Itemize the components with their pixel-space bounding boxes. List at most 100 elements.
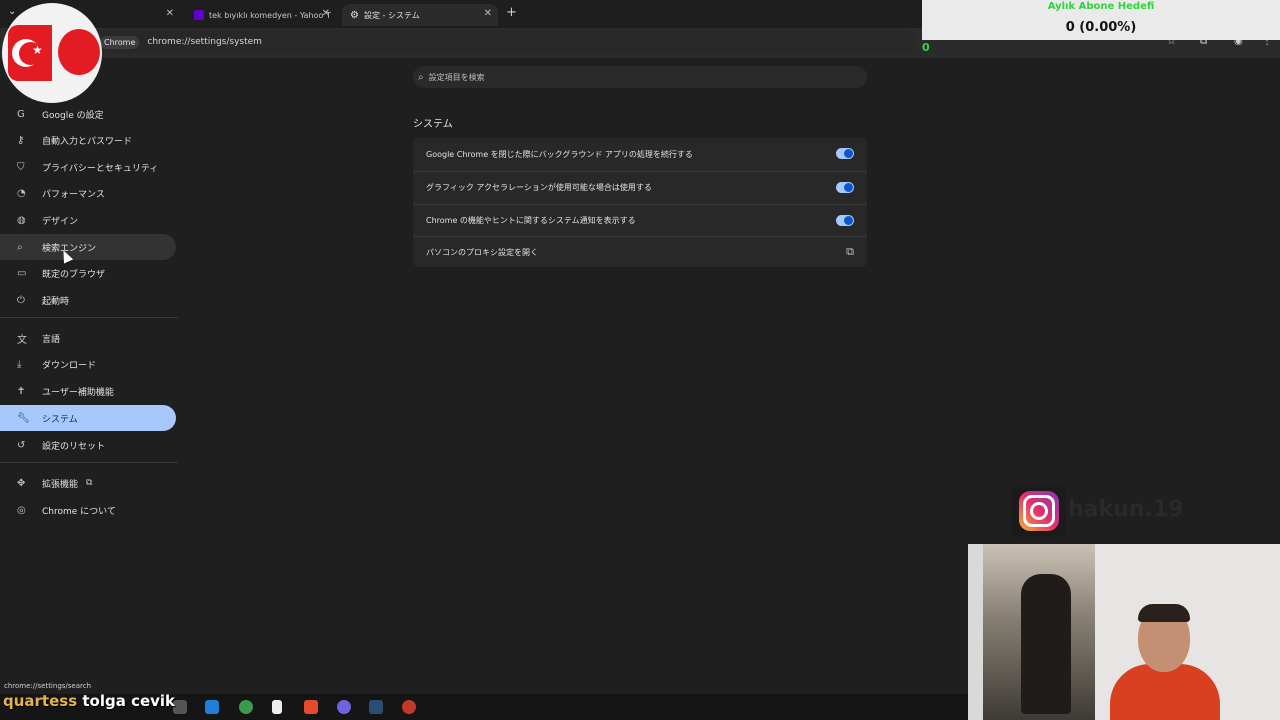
sidebar-item-label: 拡張機能 [42,479,79,490]
brave-taskbar-icon[interactable] [304,700,318,714]
gear-icon: ⚙ [350,9,359,21]
stream-name-2: tolga cevik [82,692,176,710]
instagram-icon [1019,491,1059,531]
puzzle-icon: ✥ [17,477,26,489]
search-icon: ⌕ [418,71,424,83]
close-icon[interactable]: ✕ [322,8,330,19]
sidebar-item-autofill[interactable]: ⚷ 自動入力とパスワード [0,127,176,153]
translate-icon: 文 [17,334,27,346]
sidebar-item-label: 起動時 [42,296,70,307]
sidebar-item-system[interactable]: 🔧︎ システム [0,405,176,431]
reset-icon: ↺ [17,439,26,451]
sidebar-item-reset[interactable]: ↺ 設定のリセット [0,432,176,458]
steam-taskbar-icon[interactable] [369,700,383,714]
webcam-feed [968,544,1280,720]
sidebar-item-search-engine[interactable]: ⌕ 検索エンジン [0,234,176,260]
tab-title: 設定 - システム [363,10,420,20]
sidebar-item-privacy[interactable]: ⛉ プライバシーとセキュリティ [0,154,176,180]
sidebar-item-label: デザイン [42,216,79,227]
open-in-new-icon: ⧉ [86,478,93,488]
key-icon: ⚷ [17,134,25,146]
star-icon: ★ [32,43,43,57]
instagram-handle: hakun.19 [1068,497,1184,522]
tab-1[interactable]: ✕ [104,4,180,26]
setting-label: Chrome の機能やヒントに関するシステム通知を表示する [426,216,636,225]
sidebar-item-label: パフォーマンス [42,189,105,200]
site-chip[interactable]: Chrome [100,35,140,49]
sidebar-item-google[interactable]: G Google の設定 [0,101,176,127]
chrome-taskbar-icon[interactable] [239,700,253,714]
sidebar-item-label: システム [42,414,78,425]
new-tab-button[interactable]: + [506,5,517,20]
record-taskbar-icon[interactable] [402,700,416,714]
sidebar-item-performance[interactable]: ◔ パフォーマンス [0,180,176,206]
sidebar-item-label: 既定のブラウザ [42,269,106,280]
sidebar-item-label: プライバシーとセキュリティ [42,163,159,174]
sidebar-item-extensions[interactable]: ✥ 拡張機能 ⧉ [0,470,176,496]
toggle-knob [844,149,853,158]
setting-row-background-apps[interactable]: Google Chrome を閉じた際にバックグラウンド アプリの処理を続行する [413,138,867,170]
sidebar-item-label: ユーザー補助機能 [42,387,114,398]
search-icon: ⌕ [17,241,23,253]
download-icon: ⤓ [17,358,22,370]
sidebar-item-accessibility[interactable]: ✝ ユーザー補助機能 [0,378,176,404]
sidebar-item-design[interactable]: ◍ デザイン [0,207,176,233]
sidebar-item-default-browser[interactable]: ▭ 既定のブラウザ [0,260,176,286]
setting-row-proxy[interactable]: パソコンのプロキシ設定を開く ⧉ [413,236,867,267]
close-icon[interactable]: ✕ [484,8,492,19]
sidebar-item-label: Google の設定 [42,110,104,121]
setting-label: グラフィック アクセラレーションが使用可能な場合は使用する [426,183,652,192]
goal-value: 0 (0.00%) [1065,20,1137,35]
sidebar-item-label: 設定のリセット [42,441,106,452]
samurai-figure [1021,574,1071,714]
subscriber-goal-overlay: Aylık Abone Hedefi 0 (0.00%) [922,0,1280,40]
settings-search-input[interactable]: ⌕ 設定項目を検索 [413,66,867,88]
sidebar-item-on-startup[interactable]: ⏻ 起動時 [0,287,176,313]
sidebar-item-about-chrome[interactable]: ◎ Chrome について [0,497,176,523]
google-icon: G [17,108,25,120]
tab-search-icon[interactable]: ⌄ [8,6,16,17]
yahoo-icon [194,10,204,20]
goal-counter: 0 [922,41,930,54]
address-bar[interactable]: Chrome chrome://settings/system [96,31,916,53]
toggle-knob [844,183,853,192]
speedometer-icon: ◔ [17,187,26,199]
taskbar-app-icon[interactable] [173,700,187,714]
streamer-hair [1138,604,1190,622]
open-in-new-icon[interactable]: ⧉ [846,245,854,259]
instagram-lens [1030,502,1048,520]
sidebar-item-downloads[interactable]: ⤓ ダウンロード [0,351,176,377]
palette-icon: ◍ [17,214,26,226]
flag-circle [58,29,100,75]
hardware-acceleration-toggle[interactable] [836,182,854,193]
goal-title: Aylık Abone Hedefi [1047,1,1155,12]
close-icon[interactable]: ✕ [166,8,174,19]
turkish-flag-logo: ★ [2,3,102,103]
search-placeholder: 設定項目を検索 [428,72,485,82]
tab-settings[interactable]: ⚙ 設定 - システム ✕ [342,4,498,26]
sidebar-item-languages[interactable]: 文 言語 [0,325,176,351]
file-taskbar-icon[interactable] [272,700,282,714]
toggle-knob [844,216,853,225]
setting-row-hardware-acceleration[interactable]: グラフィック アクセラレーションが使用可能な場合は使用する [413,171,867,203]
discord-taskbar-icon[interactable] [337,700,351,714]
sidebar-item-label: 自動入力とパスワード [42,136,133,147]
setting-label: パソコンのプロキシ設定を開く [426,247,538,257]
streamer-shirt [1110,664,1220,720]
tab-title: tek bıyıklı komedyen - Yahoo T [209,10,331,20]
system-notifications-toggle[interactable] [836,215,854,226]
power-icon: ⏻ [17,294,25,306]
system-settings-card: Google Chrome を閉じた際にバックグラウンド アプリの処理を続行する… [413,138,867,267]
taskbar-app-icon[interactable] [205,700,219,714]
wrench-icon: 🔧︎ [17,412,30,424]
sidebar-item-label: ダウンロード [42,360,97,371]
url-text[interactable]: chrome://settings/system [147,37,262,47]
browser-icon: ▭ [17,267,27,279]
tab-yahoo[interactable]: tek bıyıklı komedyen - Yahoo T ✕ [186,4,336,26]
divider [0,462,178,463]
section-title: システム [413,119,453,130]
setting-row-system-notifications[interactable]: Chrome の機能やヒントに関するシステム通知を表示する [413,204,867,236]
background-apps-toggle[interactable] [836,148,854,159]
chrome-icon: ◎ [17,504,26,516]
sidebar-item-label: 言語 [42,334,61,345]
